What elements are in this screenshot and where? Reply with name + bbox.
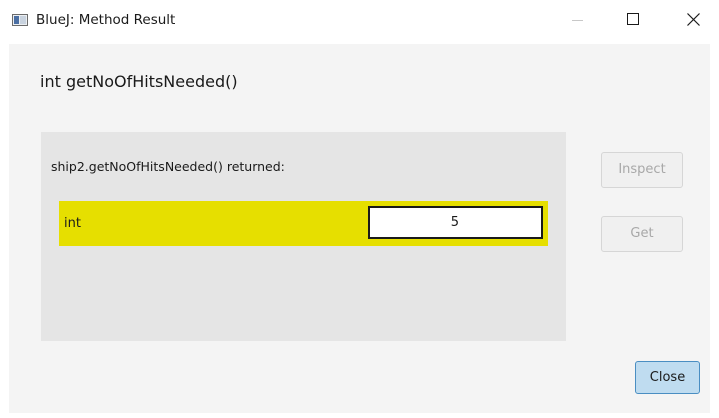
method-result-window: BlueJ: Method Result int getNoOfHitsNeed… [0,0,719,418]
maximize-button[interactable] [610,0,656,40]
maximize-icon [627,13,639,25]
title-bar[interactable]: BlueJ: Method Result [0,0,719,40]
window-title: BlueJ: Method Result [36,12,176,28]
dialog-body: int getNoOfHitsNeeded() ship2.getNoOfHit… [9,44,710,413]
result-value-field[interactable]: 5 [368,206,543,239]
close-window-button[interactable] [670,0,716,40]
minimize-button[interactable] [555,0,601,40]
close-icon [687,13,700,26]
returned-label: ship2.getNoOfHitsNeeded() returned: [51,159,285,174]
inspect-button[interactable]: Inspect [601,152,683,188]
result-value: 5 [450,215,459,230]
result-type-label: int [64,216,81,231]
result-panel: ship2.getNoOfHitsNeeded() returned: int … [41,132,566,341]
minimize-icon [572,20,583,21]
get-button[interactable]: Get [601,216,683,252]
close-button[interactable]: Close [635,361,700,394]
bluej-app-icon [12,14,28,26]
method-signature: int getNoOfHitsNeeded() [40,72,238,91]
result-row[interactable]: int 5 [59,201,548,246]
